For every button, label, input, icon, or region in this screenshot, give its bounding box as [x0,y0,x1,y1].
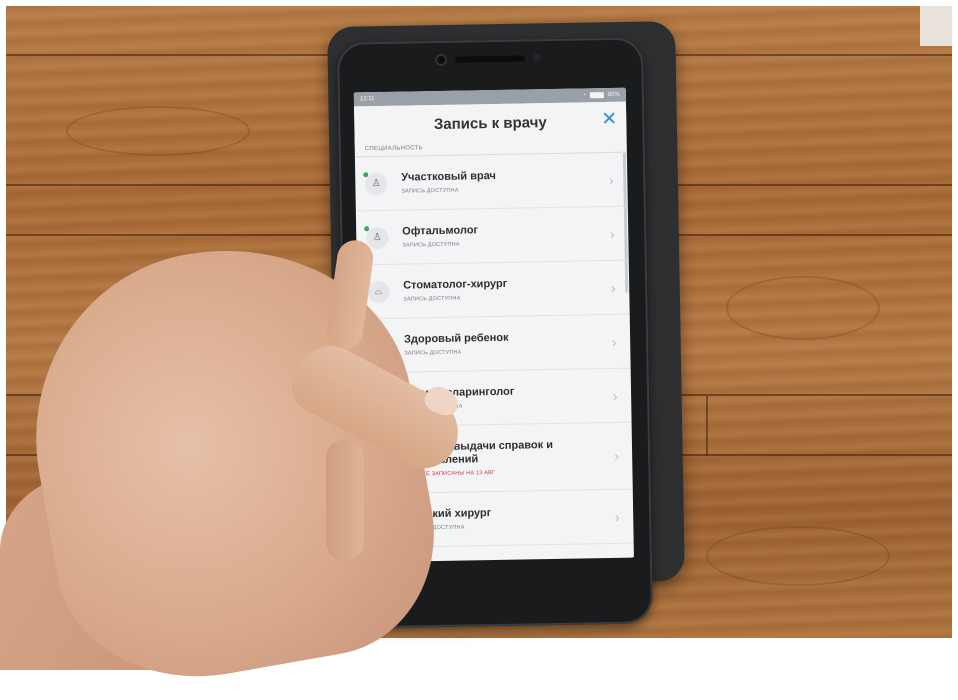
chevron-right-icon: › [611,333,617,350]
battery-icon [589,92,604,99]
chevron-right-icon: › [608,171,614,188]
chevron-right-icon: › [614,447,620,464]
specialty-status: ЗАПИСЬ ДОСТУПНА [402,241,460,249]
status-time: 12:11 [359,96,375,103]
specialty-status: ВЫ УЖЕ ЗАПИСАНЫ НА 13 АВГ [406,470,496,478]
wood-grain-knot [726,276,880,340]
wifi-icon: ◔ [582,92,586,99]
availability-dot [363,171,369,177]
close-icon[interactable]: ✕ [600,109,618,130]
list-item[interactable]: ⌓ Стоматолог-хирург ЗАПИСЬ ДОСТУПНА › [356,260,630,320]
specialty-name: Детский хирург [407,507,492,521]
person-icon: ♙ [363,171,388,195]
finger-edge [326,440,364,560]
chevron-right-icon: › [614,508,620,525]
floor-plank-joint [706,396,708,456]
specialty-name: Офтальмолог [402,224,479,238]
earpiece-speaker [455,55,526,63]
specialty-status: ЗАПИСЬ ДОСТУПНА [403,295,461,303]
specialty-status: ЗАПИСЬ ДОСТУПНА [401,187,459,195]
wood-grain-knot [706,526,890,586]
status-battery: 85% [607,91,620,98]
specialty-name: Участковый врач [401,169,496,184]
person-icon: ♙ [364,225,389,249]
list-item[interactable]: ♙ Участковый врач ЗАПИСЬ ДОСТУПНА › [354,152,628,212]
chevron-right-icon: › [610,279,616,296]
specialty-name: Стоматолог-хирург [403,277,508,292]
specialty-status: ЗАПИСЬ ДОСТУПНА [404,349,462,357]
tooth-icon: ⌓ [365,279,390,303]
page-title: Запись к врачу [433,113,547,133]
app-header: Запись к врачу ✕ [354,101,627,145]
chevron-right-icon: › [609,225,615,242]
front-camera [435,53,448,67]
chevron-right-icon: › [612,387,618,404]
specialty-status: ЗАПИСЬ ДОСТУПНА [407,524,465,532]
wood-grain-knot [66,106,250,156]
wall-corner [920,6,952,46]
list-item[interactable]: ♙ Офтальмолог ЗАПИСЬ ДОСТУПНА › [355,206,629,266]
proximity-sensor [533,53,542,62]
specialty-name: Здоровый ребенок [403,331,509,346]
availability-dot [364,225,370,231]
